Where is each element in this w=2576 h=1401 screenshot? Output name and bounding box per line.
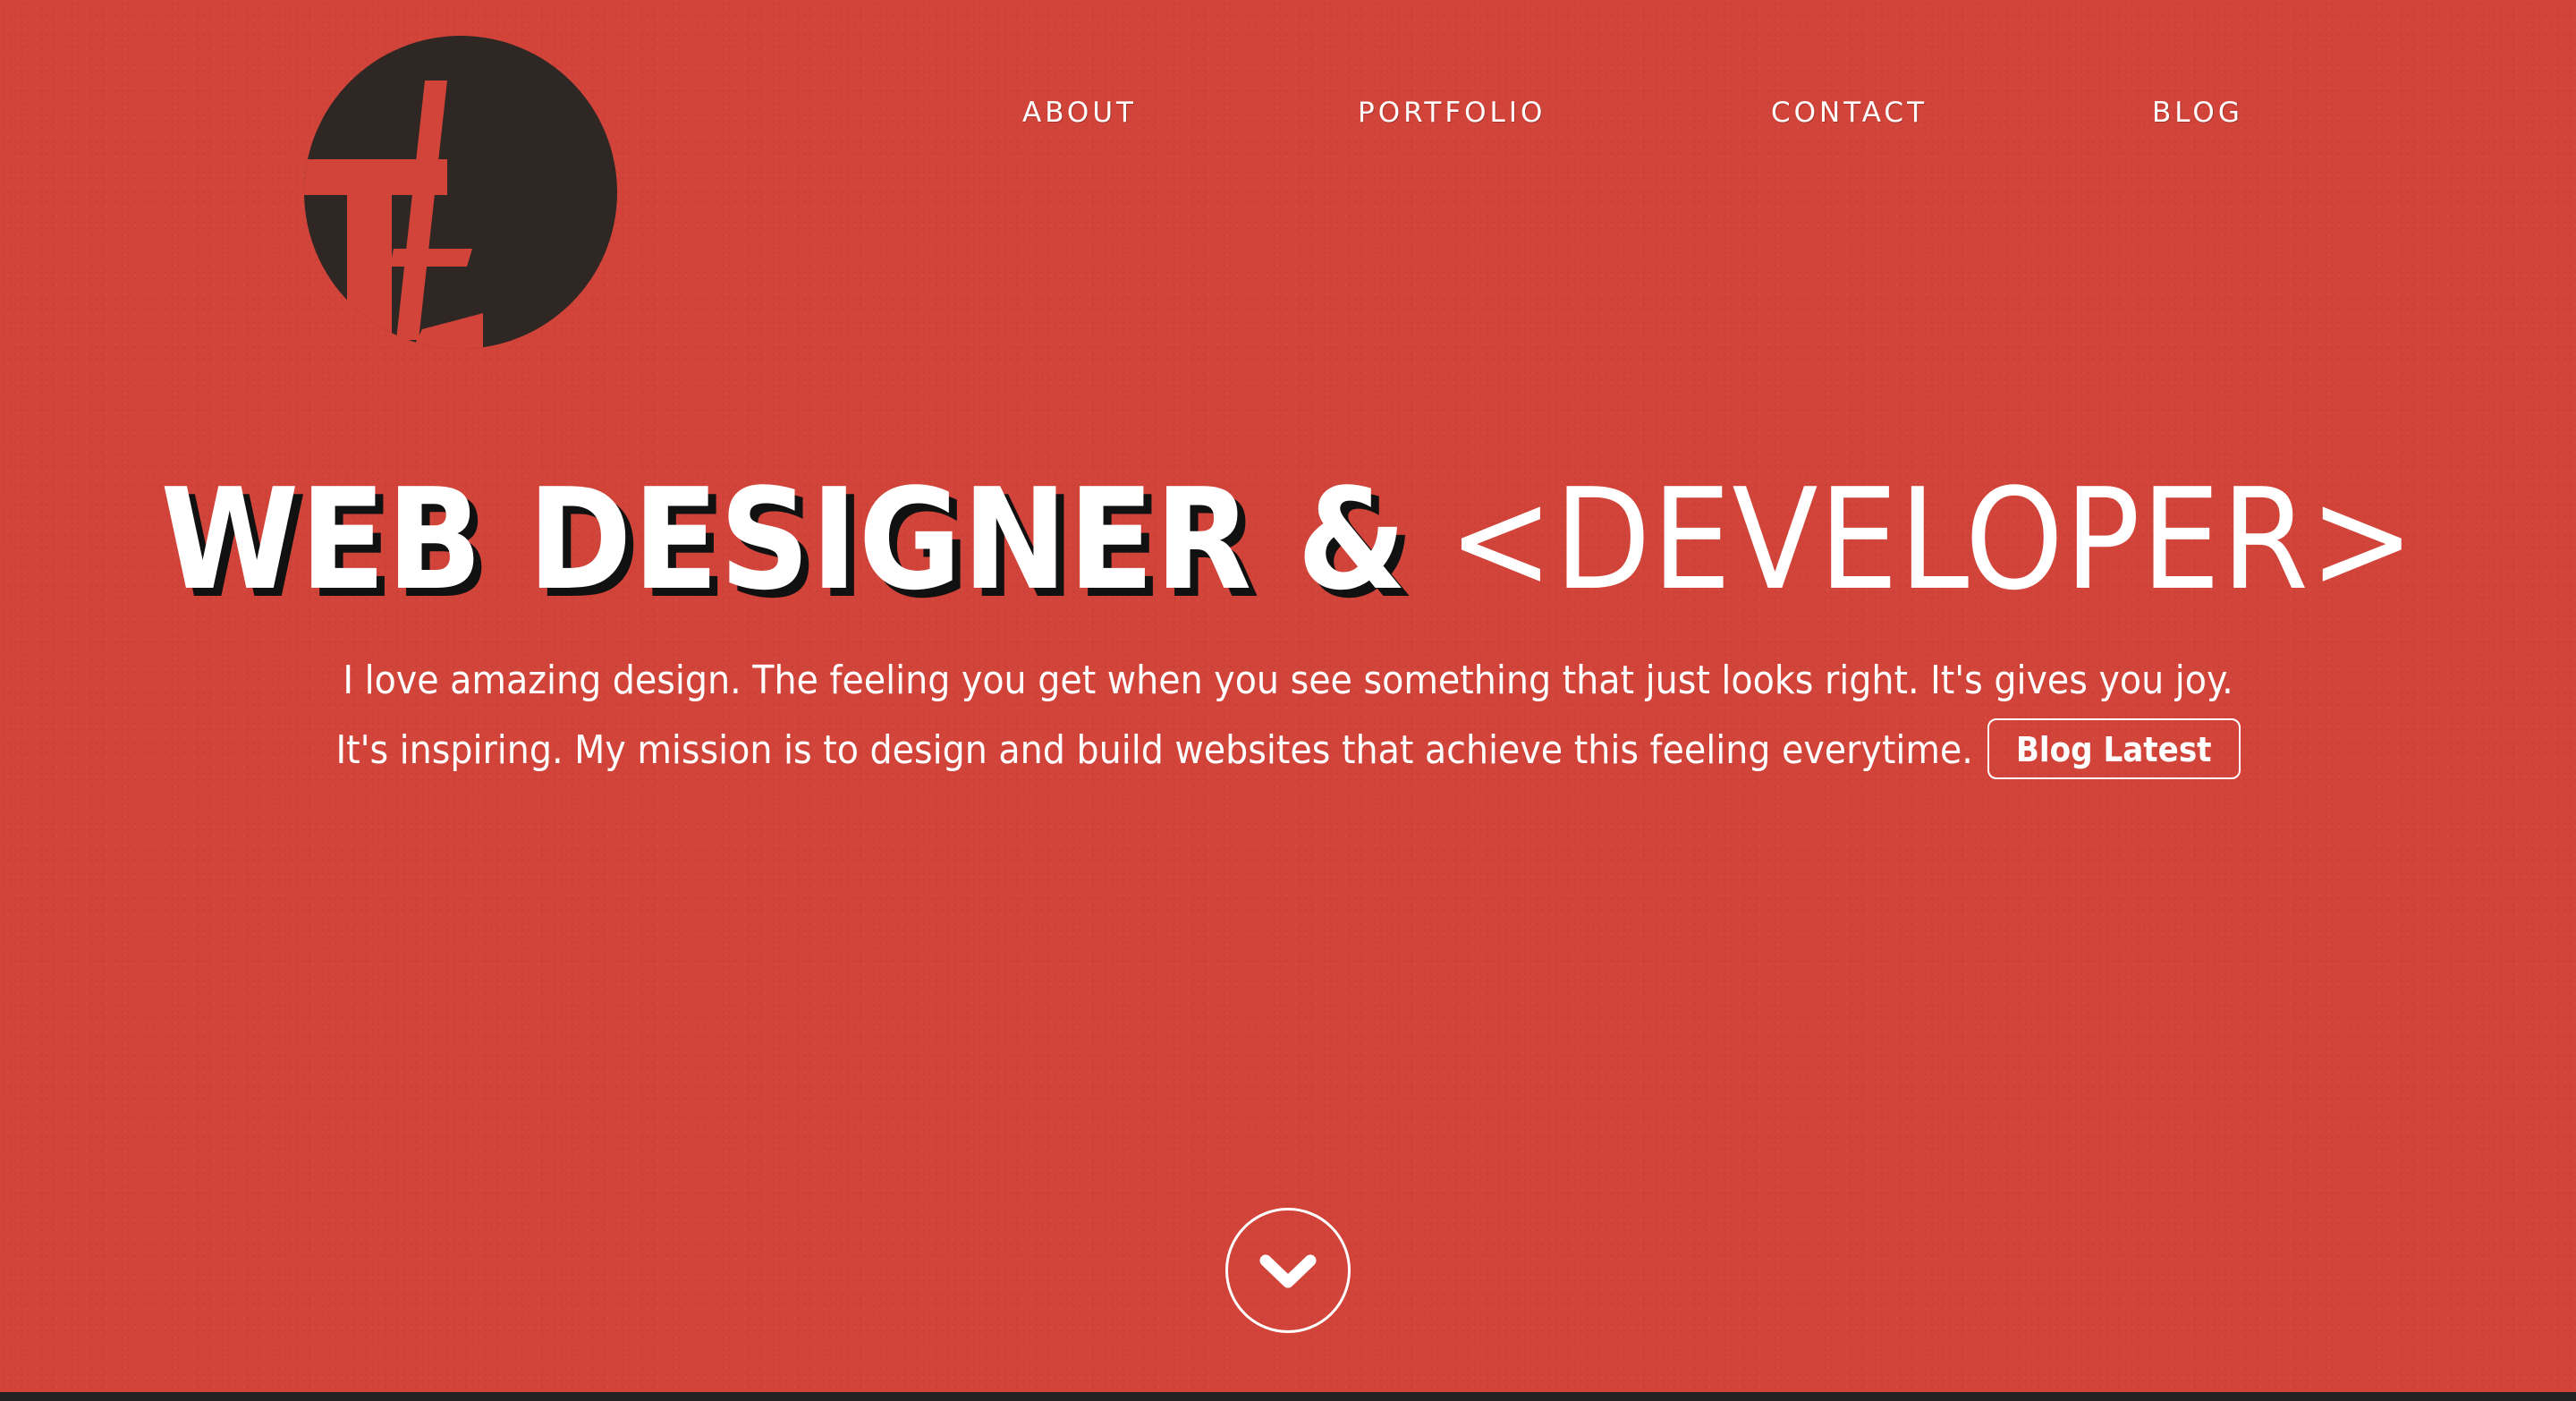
nav-portfolio-link[interactable]: PORTFOLIO bbox=[1358, 97, 1546, 129]
logo-icon bbox=[304, 36, 617, 349]
hero-title-designer: WEB DESIGNER & bbox=[160, 458, 1408, 621]
status-strip bbox=[0, 1392, 2576, 1401]
landing-page: ABOUT PORTFOLIO CONTACT BLOG WEB DESIGNE… bbox=[0, 0, 2576, 1392]
hero-description-text: I love amazing design. The feeling you g… bbox=[335, 658, 2233, 773]
hero-description: I love amazing design. The feeling you g… bbox=[322, 646, 2254, 785]
scroll-down-button[interactable] bbox=[1225, 1208, 1351, 1333]
nav-about-link[interactable]: ABOUT bbox=[1022, 97, 1137, 129]
chevron-down-icon bbox=[1259, 1254, 1317, 1288]
hero-title: WEB DESIGNER & <DEVELOPER> bbox=[0, 454, 2576, 624]
hero-title-developer: <DEVELOPER> bbox=[1448, 458, 2416, 621]
nav-contact-link[interactable]: CONTACT bbox=[1771, 97, 1928, 129]
main-nav: ABOUT PORTFOLIO CONTACT BLOG bbox=[0, 97, 2576, 136]
nav-blog-link[interactable]: BLOG bbox=[2152, 97, 2243, 129]
blog-latest-button[interactable]: Blog Latest bbox=[1987, 718, 2241, 779]
site-logo[interactable] bbox=[304, 36, 617, 349]
